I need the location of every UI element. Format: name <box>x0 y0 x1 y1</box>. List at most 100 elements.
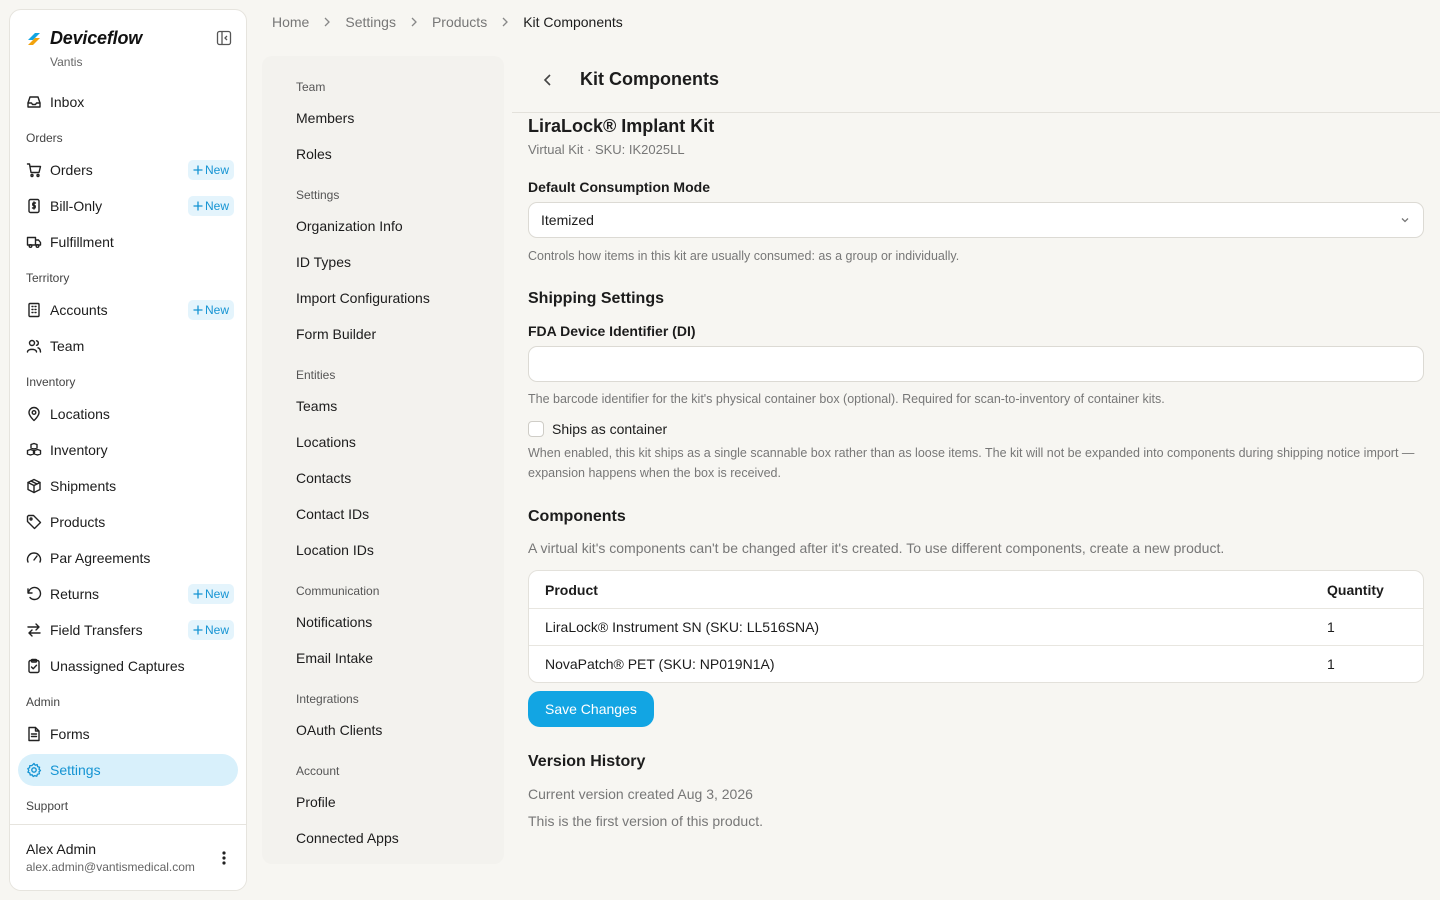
consumption-mode-select[interactable]: Itemized <box>528 202 1424 238</box>
truck-icon <box>26 234 42 250</box>
shipping-settings-title: Shipping Settings <box>528 290 664 307</box>
sidebar-item-label: Fulfillment <box>50 234 114 250</box>
sidebar-nav: Inbox Orders Orders New Bill-Only New Fulfillm… <box>18 86 238 822</box>
sidebar-item-inbox[interactable]: Inbox <box>18 86 238 118</box>
settings-item-import-configurations[interactable]: Import Configurations <box>296 280 494 316</box>
user-profile[interactable]: Alex Admin alex.admin@vantismedical.com <box>10 824 246 890</box>
column-header-product: Product <box>545 581 598 598</box>
sidebar-item-orders[interactable]: Orders New <box>18 154 238 186</box>
table-row: NovaPatch® PET (SKU: NP019N1A) 1 <box>529 645 1423 682</box>
package-icon <box>26 478 42 494</box>
settings-item-roles[interactable]: Roles <box>296 136 494 172</box>
sidebar-item-fulfillment[interactable]: Fulfillment <box>18 226 238 258</box>
sidebar-toggle-icon <box>216 30 232 46</box>
settings-section-settings: Settings <box>296 188 340 202</box>
sidebar-item-settings[interactable]: Settings <box>18 754 238 786</box>
ships-as-container-checkbox[interactable] <box>528 421 544 437</box>
settings-section-account: Account <box>296 764 340 778</box>
sidebar-item-label: Locations <box>50 406 110 422</box>
page-header: Kit Components <box>512 56 1440 113</box>
new-orders-button[interactable]: New <box>187 160 234 180</box>
settings-item-oauth-clients[interactable]: OAuth Clients <box>296 712 494 748</box>
building-icon <box>26 302 42 318</box>
fda-di-label: FDA Device Identifier (DI) <box>528 323 696 339</box>
components-table: Product Quantity LiraLock® Instrument SN… <box>528 570 1424 683</box>
settings-item-teams[interactable]: Teams <box>296 388 494 424</box>
new-accounts-button[interactable]: New <box>187 300 234 320</box>
sidebar-item-team[interactable]: Team <box>18 330 238 362</box>
settings-item-members[interactable]: Members <box>296 100 494 136</box>
sidebar-section-inventory: Inventory <box>26 375 76 389</box>
settings-item-connected-apps[interactable]: Connected Apps <box>296 820 494 856</box>
settings-item-contact-ids[interactable]: Contact IDs <box>296 496 494 532</box>
breadcrumb-home[interactable]: Home <box>272 14 309 30</box>
settings-item-profile[interactable]: Profile <box>296 784 494 820</box>
sidebar-item-label: Products <box>50 514 106 530</box>
user-name: Alex Admin <box>26 841 97 857</box>
breadcrumb-products[interactable]: Products <box>432 14 487 30</box>
save-changes-button[interactable]: Save Changes <box>528 691 654 727</box>
plus-icon <box>193 165 203 175</box>
kit-form: LiraLock® Implant Kit Virtual Kit · SKU:… <box>528 116 1424 829</box>
table-row: LiraLock® Instrument SN (SKU: LL516SNA) … <box>529 608 1423 645</box>
breadcrumb-settings[interactable]: Settings <box>345 14 396 30</box>
settings-item-location-ids[interactable]: Location IDs <box>296 532 494 568</box>
settings-item-form-builder[interactable]: Form Builder <box>296 316 494 352</box>
user-email: alex.admin@vantismedical.com <box>26 860 195 874</box>
collapse-sidebar-button[interactable] <box>214 28 234 48</box>
plus-icon <box>193 305 203 315</box>
plus-icon <box>193 201 203 211</box>
sidebar-item-label: Bill-Only <box>50 198 103 214</box>
sidebar-item-forms[interactable]: Forms <box>18 718 238 750</box>
sidebar-item-label: Par Agreements <box>50 550 151 566</box>
component-product: NovaPatch® PET (SKU: NP019N1A) <box>545 656 775 672</box>
components-title: Components <box>528 508 626 525</box>
settings-item-contacts[interactable]: Contacts <box>296 460 494 496</box>
sidebar-item-label: Inbox <box>50 94 85 110</box>
ships-as-container-row[interactable]: Ships as container <box>528 421 1424 437</box>
ships-as-container-help: When enabled, this kit ships as a single… <box>528 446 1415 480</box>
sidebar-item-par-agreements[interactable]: Par Agreements <box>18 542 238 574</box>
back-button[interactable] <box>538 70 558 90</box>
user-menu-button[interactable] <box>218 849 230 867</box>
inbox-icon <box>26 94 42 110</box>
table-header-row: Product Quantity <box>529 571 1423 608</box>
plus-icon <box>193 589 203 599</box>
deviceflow-logo-icon <box>26 31 42 47</box>
sidebar-item-bill-only[interactable]: Bill-Only New <box>18 190 238 222</box>
sidebar-item-label: Settings <box>50 762 101 778</box>
breadcrumb: Home Settings Products Kit Components <box>272 14 623 30</box>
settings-item-email-intake[interactable]: Email Intake <box>296 640 494 676</box>
sidebar-item-returns[interactable]: Returns New <box>18 578 238 610</box>
consumption-mode-help: Controls how items in this kit are usual… <box>528 249 960 263</box>
new-bill-only-button[interactable]: New <box>187 196 234 216</box>
sidebar-item-unassigned-captures[interactable]: Unassigned Captures <box>18 650 238 682</box>
plus-icon <box>193 625 203 635</box>
settings-item-id-types[interactable]: ID Types <box>296 244 494 280</box>
sidebar-item-products[interactable]: Products <box>18 506 238 538</box>
sidebar-item-shipments[interactable]: Shipments <box>18 470 238 502</box>
sidebar-section-territory: Territory <box>26 271 70 285</box>
sidebar-item-label: Orders <box>50 162 93 178</box>
sidebar-section-admin: Admin <box>26 695 61 709</box>
settings-item-locations[interactable]: Locations <box>296 424 494 460</box>
settings-item-organization-info[interactable]: Organization Info <box>296 208 494 244</box>
organization-name: Vantis <box>50 55 83 69</box>
sidebar-item-label: Accounts <box>50 302 108 318</box>
sidebar-item-locations[interactable]: Locations <box>18 398 238 430</box>
kit-meta: Virtual Kit · SKU: IK2025LL <box>528 142 685 157</box>
settings-item-notifications[interactable]: Notifications <box>296 604 494 640</box>
chevron-right-icon <box>410 17 418 27</box>
sidebar-item-accounts[interactable]: Accounts New <box>18 294 238 326</box>
sidebar-item-field-transfers[interactable]: Field Transfers New <box>18 614 238 646</box>
new-returns-button[interactable]: New <box>187 584 234 604</box>
brand[interactable]: Deviceflow <box>26 28 142 49</box>
settings-section-communication: Communication <box>296 584 380 598</box>
new-field-transfers-button[interactable]: New <box>187 620 234 640</box>
sidebar-item-inventory[interactable]: Inventory <box>18 434 238 466</box>
arrows-swap-icon <box>26 622 42 638</box>
fda-di-input[interactable] <box>528 346 1424 382</box>
sidebar-item-label: Shipments <box>50 478 117 494</box>
settings-section-team: Team <box>296 80 326 94</box>
sidebar-item-label: Team <box>50 338 85 354</box>
